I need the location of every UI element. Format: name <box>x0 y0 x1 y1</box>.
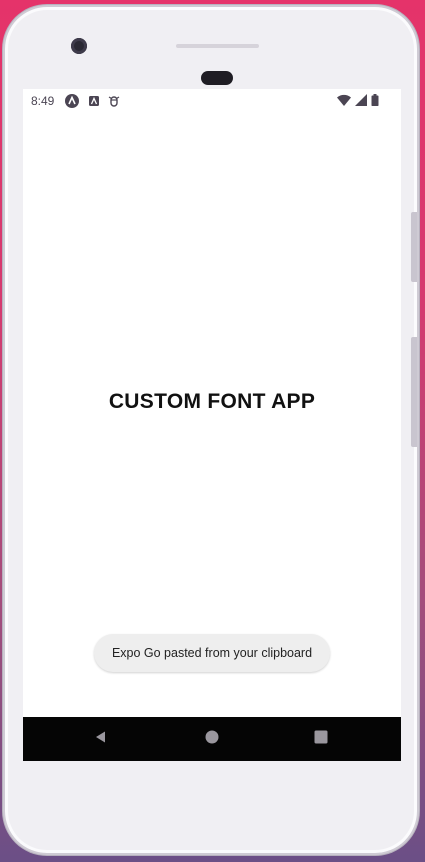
app-a-icon <box>87 94 101 108</box>
volume-button <box>411 212 417 282</box>
debug-icon <box>107 94 121 108</box>
home-icon <box>205 730 219 749</box>
speaker-grille <box>176 44 259 48</box>
expo-a-icon <box>65 94 79 108</box>
clipboard-toast: Expo Go pasted from your clipboard <box>94 634 330 672</box>
status-bar: 8:49 <box>23 89 401 113</box>
battery-icon <box>371 93 379 109</box>
cellular-signal-icon <box>355 93 367 109</box>
back-button[interactable] <box>90 728 112 750</box>
navigation-bar <box>23 717 401 761</box>
back-icon <box>94 730 108 749</box>
home-button[interactable] <box>201 728 223 750</box>
power-button <box>411 337 417 447</box>
front-camera <box>71 38 87 54</box>
wifi-icon <box>337 94 351 109</box>
recents-icon <box>314 730 328 749</box>
earpiece-speaker <box>201 71 233 85</box>
recents-button[interactable] <box>310 728 332 750</box>
app-title: CUSTOM FONT APP <box>108 390 316 413</box>
status-right-icons <box>337 93 379 109</box>
device-screen: 8:49 CUSTOM FONT APP Expo Go pasted from… <box>23 89 401 761</box>
status-time: 8:49 <box>31 94 55 108</box>
